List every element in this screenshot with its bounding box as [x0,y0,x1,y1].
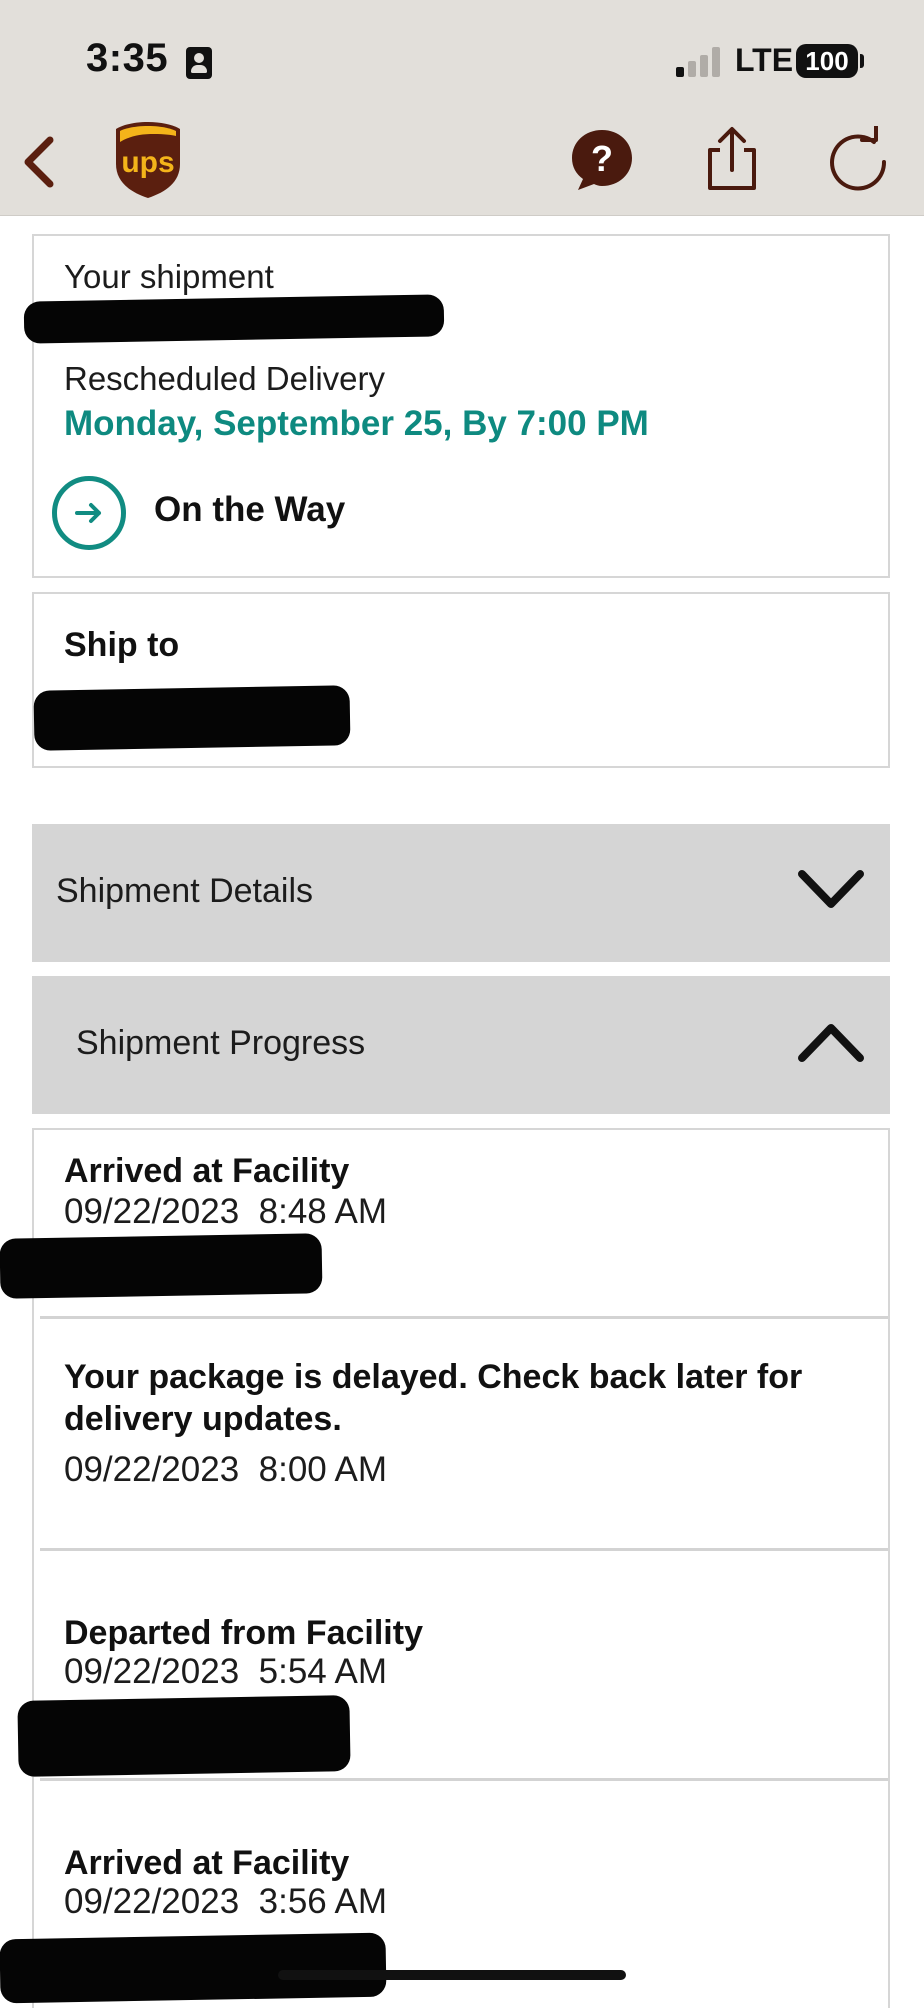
chevron-down-icon [798,870,864,908]
svg-text:ups: ups [121,146,174,179]
id-card-icon [186,47,212,79]
chevron-up-icon [798,1024,864,1062]
event-datetime: 09/22/2023 8:48 AM [64,1192,387,1232]
event-time: 5:54 AM [258,1652,388,1691]
event-date: 09/22/2023 [64,1882,240,1921]
redacted-location [17,1695,351,1777]
battery-nub [860,54,864,68]
event-title: Arrived at Facility [64,1152,350,1190]
shipment-status: On the Way [154,490,346,529]
event-date: 09/22/2023 [64,1192,240,1231]
event-datetime: 09/22/2023 8:00 AM [64,1450,387,1490]
top-bar: 3:35 LTE 100 ups ? [0,0,924,216]
event-time: 8:48 AM [258,1192,388,1231]
redacted-location [0,1233,323,1299]
cellular-signal-icon [676,47,724,77]
shipment-title: Your shipment [64,258,274,295]
event-date: 09/22/2023 [64,1652,240,1691]
help-bubble-icon: ? [572,130,632,190]
redacted-address [33,685,351,751]
share-button[interactable] [698,126,766,194]
refresh-button[interactable] [824,124,892,194]
arrow-right-icon [75,503,101,523]
redacted-tracking-number [23,294,445,344]
chevron-left-icon [24,136,54,188]
list-item: Your package is delayed. Check back late… [34,1318,888,1550]
shipment-details-label: Shipment Details [56,872,314,910]
ship-to-title: Ship to [64,626,180,664]
share-icon [708,127,756,190]
network-type: LTE [735,42,794,78]
delivery-status-label: Rescheduled Delivery [64,360,385,397]
shipment-card: Your shipment Rescheduled Delivery Monda… [23,234,890,578]
home-indicator [278,1970,626,1980]
event-date: 09/22/2023 [64,1450,240,1489]
ups-logo: ups [114,120,182,200]
on-the-way-icon [52,476,126,550]
event-time: 3:56 AM [258,1882,388,1921]
redacted-location [0,1932,387,2004]
event-title: Your package is delayed. Check back late… [64,1358,803,1438]
svg-text:?: ? [591,138,613,179]
refresh-icon [830,124,887,191]
event-datetime: 09/22/2023 5:54 AM [64,1652,387,1692]
delivery-date: Monday, September 25, By 7:00 PM [64,404,649,443]
event-datetime: 09/22/2023 3:56 AM [64,1882,387,1922]
back-button[interactable] [16,134,64,190]
shipment-progress-label: Shipment Progress [76,1024,366,1062]
battery-indicator: 100 [796,44,858,78]
event-time: 8:00 AM [258,1450,388,1489]
ship-to-card: Ship to [32,592,890,768]
help-button[interactable]: ? [568,126,636,194]
shipment-details-toggle[interactable]: Shipment Details [32,824,890,962]
event-title: Departed from Facility [64,1614,423,1652]
shipment-progress-toggle[interactable]: Shipment Progress [32,976,890,1114]
status-time: 3:35 [86,36,169,80]
event-title: Arrived at Facility [64,1844,350,1882]
